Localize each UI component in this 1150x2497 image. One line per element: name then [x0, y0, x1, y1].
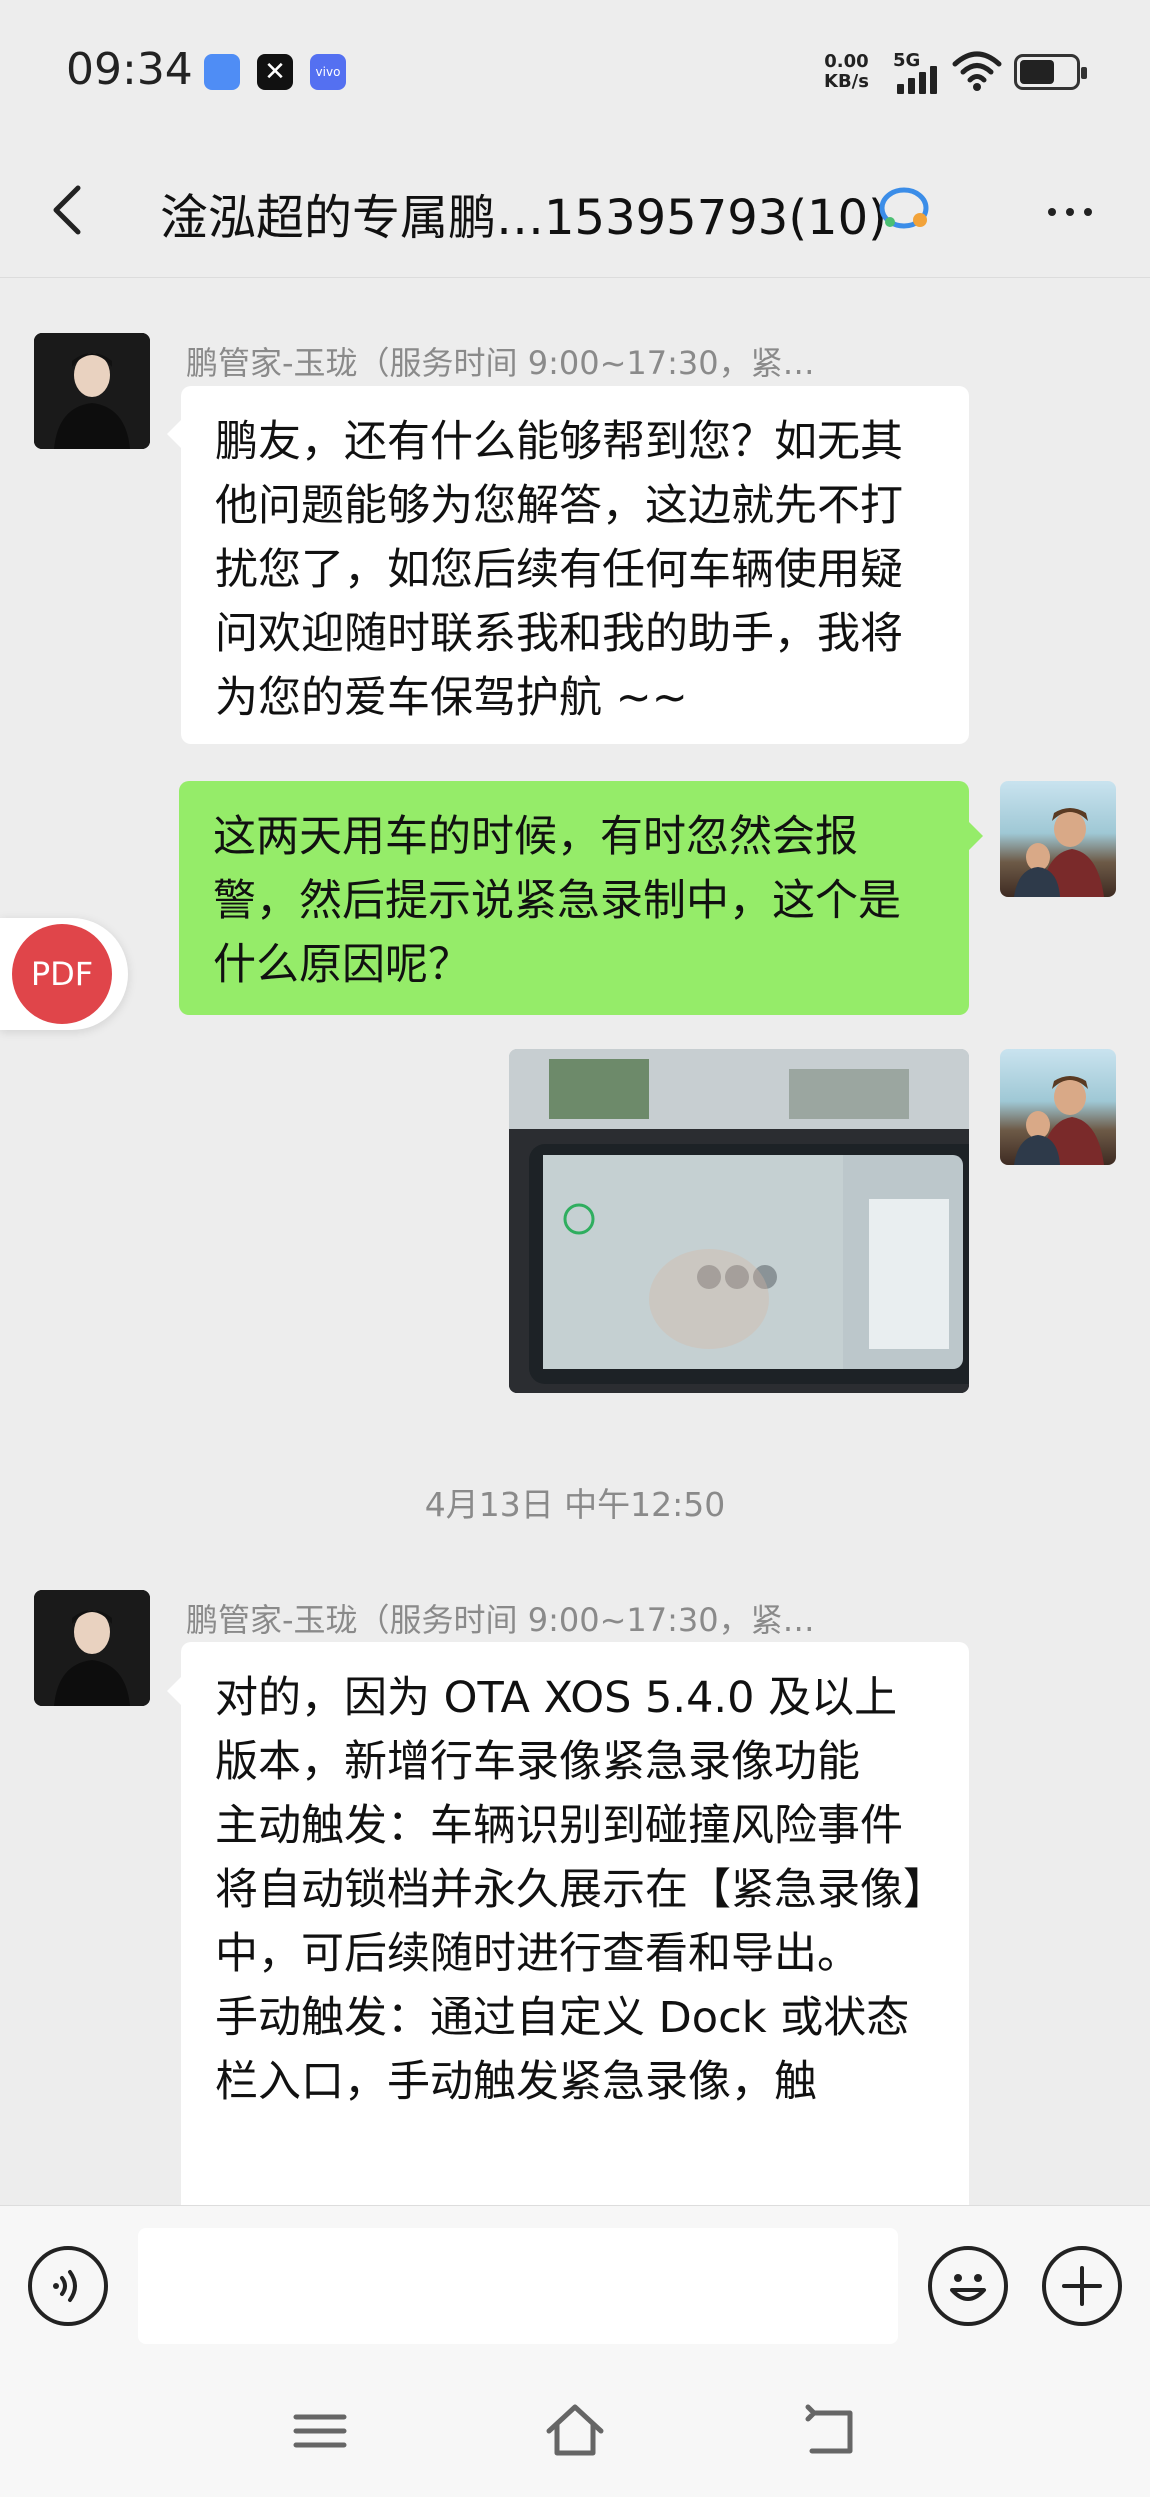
- avatar-self[interactable]: [1000, 1049, 1116, 1165]
- status-time: 09:34: [66, 44, 193, 95]
- menu-icon[interactable]: [290, 2401, 350, 2461]
- net-speed-unit: KB/s: [824, 71, 869, 92]
- more-dots-icon[interactable]: [1040, 180, 1100, 240]
- sender-name: 鹏管家-玉珑（服务时间 9:00~17:30，紧…: [186, 1601, 815, 1639]
- input-bar: [0, 2205, 1150, 2365]
- avatar-self[interactable]: [1000, 781, 1116, 897]
- avatar[interactable]: [34, 1590, 150, 1706]
- status-bar: 09:34 ✕ vivo 0.00 KB/s 5G: [0, 0, 1150, 150]
- emoji-icon[interactable]: [928, 2246, 1008, 2326]
- battery-icon: [1014, 54, 1087, 90]
- app-icon-blue: [204, 54, 240, 90]
- message-image[interactable]: [509, 1049, 969, 1393]
- back-icon[interactable]: [800, 2401, 860, 2461]
- pdf-label: PDF: [12, 924, 112, 1024]
- signal-icon: [897, 64, 941, 94]
- avatar[interactable]: [34, 333, 150, 449]
- app-icon-vivo: vivo: [310, 54, 346, 90]
- group-chat-badge-icon: [879, 187, 929, 229]
- net-speed: 0.00 KB/s: [824, 52, 869, 92]
- home-icon[interactable]: [545, 2401, 605, 2461]
- net-speed-value: 0.00: [824, 51, 869, 72]
- chat-header: 淦泓超的专属鹏…15395793(10): [0, 150, 1150, 278]
- wifi-icon: [952, 51, 1002, 91]
- message-bubble-self[interactable]: 这两天用车的时候，有时忽然会报警，然后提示说紧急录制中，这个是什么原因呢？: [179, 781, 969, 1015]
- system-nav-bar: [0, 2365, 1150, 2497]
- pdf-float-button[interactable]: PDF: [0, 918, 128, 1030]
- plus-icon[interactable]: [1042, 2246, 1122, 2326]
- app-icon-x: ✕: [257, 54, 293, 90]
- sender-name: 鹏管家-玉珑（服务时间 9:00~17:30，紧…: [186, 344, 815, 382]
- message-input[interactable]: [138, 2228, 898, 2344]
- voice-icon[interactable]: [28, 2246, 108, 2326]
- chevron-left-icon[interactable]: [40, 180, 100, 240]
- message-bubble[interactable]: 鹏友，还有什么能够帮到您？如无其他问题能够为您解答，这边就先不打扰您了，如您后续…: [181, 386, 969, 744]
- chat-title: 淦泓超的专属鹏…15395793(10): [160, 190, 887, 246]
- chat-timestamp: 4月13日 中午12:50: [424, 1485, 726, 1524]
- message-bubble[interactable]: 对的，因为 OTA XOS 5.4.0 及以上版本，新增行车录像紧急录像功能 主…: [181, 1642, 969, 2242]
